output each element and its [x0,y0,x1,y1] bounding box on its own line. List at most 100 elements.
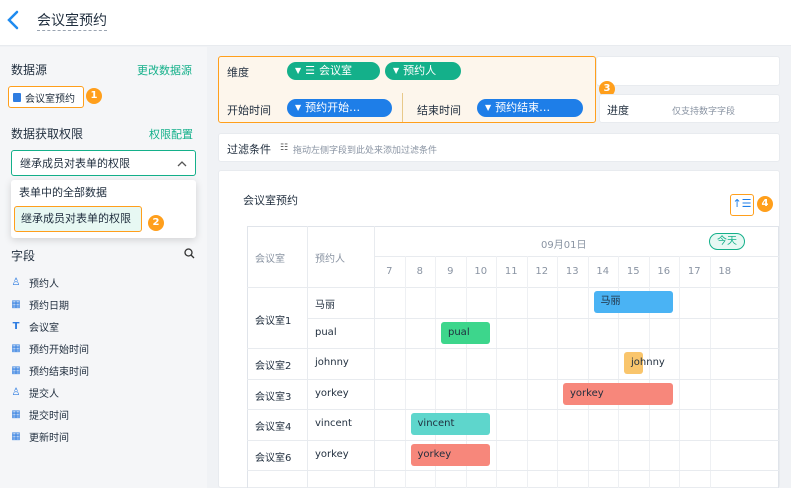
list-icon: ☰ [305,64,316,77]
person-icon: ♙ [11,276,21,288]
hour-gridline [404,256,406,488]
field-label: 会议室 [29,322,59,334]
chevron-down-icon: ▼ [393,66,400,75]
room-cell: 会议室2 [255,361,292,373]
field-label: 预约人 [29,278,59,290]
hour-tick-label: 16 [657,266,671,277]
field-label: 预约结束时间 [29,366,89,378]
gantt-bar[interactable]: johnny [624,352,665,374]
form-icon [13,92,21,102]
calendar-icon: ▦ [11,364,21,376]
text-icon: T [12,320,20,332]
group-divider [247,409,307,410]
row-divider [307,317,779,319]
today-button[interactable]: 今天 [709,233,745,250]
field-label: 预约日期 [29,300,69,312]
hour-tick-label: 13 [565,266,579,277]
room-cell: 会议室1 [255,315,292,327]
permission-config-link[interactable]: 权限配置 [149,126,193,142]
person-cell: pual [315,326,337,338]
hour-tick-label: 15 [626,266,640,277]
pill-label: 预约开始… [305,101,361,114]
gantt-bar[interactable]: pual [441,321,490,344]
calendar-icon: ▦ [11,298,21,310]
field-item[interactable]: T 会议室 [11,316,59,336]
gantt-bar[interactable]: 马丽 [593,291,673,313]
person-cell: 马丽 [315,300,335,311]
hour-tick-label: 9 [447,266,454,277]
hour-tick-label: 10 [474,266,488,277]
group-divider [247,348,307,349]
field-item[interactable]: ▦ 预约结束时间 [11,360,89,380]
datasource-item-label: 会议室预约 [25,93,75,105]
calendar-icon: ▦ [11,342,21,354]
field-item[interactable]: ♙ 预约人 [11,272,59,292]
chart-title: 会议室预约 [243,194,298,207]
step-badge-1: 1 [86,88,102,104]
col-divider [307,226,308,488]
col-header-person: 预约人 [315,254,345,265]
dropdown-option-all[interactable]: 表单中的全部数据 [11,180,196,206]
hour-tick-label: 18 [718,266,732,277]
permission-label: 数据获取权限 [11,127,84,141]
room-cell: 会议室3 [255,391,292,403]
hour-tick-label: 11 [504,266,518,277]
hour-tick-label: 12 [535,266,549,277]
top-bar [0,0,791,46]
room-cell: 会议室4 [255,422,292,434]
step-badge-4: 4 [757,196,773,212]
filter-hint: 拖动左侧字段到此处来添加过滤条件 [293,146,438,156]
datasource-label: 数据源 [11,63,48,77]
row-divider [307,378,779,380]
permission-select-value: 继承成员对表单的权限 [20,157,130,170]
field-item[interactable]: ▦ 预约日期 [11,294,69,314]
group-divider [247,378,307,380]
search-icon[interactable] [184,248,195,262]
hour-gridline [709,256,711,488]
date-label: 09月01日 [541,240,587,251]
hour-tick-label: 17 [687,266,701,277]
person-cell: yorkey [315,387,349,399]
fields-label: 字段 [11,249,36,263]
hour-tick-label: 14 [596,266,610,277]
dropdown-option-inherit[interactable]: 继承成员对表单的权限 [14,206,142,232]
permission-dropdown: 表单中的全部数据 继承成员对表单的权限 [11,180,196,238]
calendar-icon: ▦ [11,408,21,420]
field-label: 提交时间 [29,410,69,422]
dimension-label: 维度 [227,66,249,79]
end-time-pill[interactable]: ▼ 预约结束… [477,99,583,117]
field-label: 提交人 [29,388,59,400]
field-item[interactable]: ▦ 提交时间 [11,404,69,424]
dimension-pill-room[interactable]: ▼ ☰ 会议室 [287,62,380,80]
chevron-down-icon: ▼ [295,103,302,112]
field-item[interactable]: ▦ 预约开始时间 [11,338,89,358]
gantt-chart: 会议室 预约人 09月01日 今天 7 8 9 10 11 12 13 14 15 16 17 18 马丽 马丽 p… [247,226,779,488]
field-item[interactable]: ♙ 提交人 [11,382,59,402]
permission-select[interactable]: 继承成员对表单的权限 [11,150,196,176]
field-label: 更新时间 [29,432,69,444]
dimension-pill-person[interactable]: ▼ 预约人 [385,62,461,80]
calendar-icon: ▦ [11,430,21,442]
page-title: 会议室预约 [37,13,107,31]
start-time-pill[interactable]: ▼ 预约开始… [287,99,392,117]
gantt-bar[interactable]: yorkey [410,443,490,466]
hour-gridline [587,256,589,488]
hour-gridline [526,256,528,488]
datasource-item[interactable]: 会议室预约 [8,86,84,108]
change-datasource-link[interactable]: 更改数据源 [137,62,192,78]
gantt-bar[interactable]: yorkey [563,382,673,405]
gantt-bar[interactable]: vincent [410,413,490,435]
person-icon: ♙ [11,386,21,398]
hour-gridline [679,256,680,488]
field-item[interactable]: ▦ 更新时间 [11,426,69,446]
row-divider [307,409,779,410]
row-divider [307,470,779,471]
dimension-extension [596,56,780,86]
row-divider [307,439,779,441]
hour-gridline [557,256,558,488]
start-time-label: 开始时间 [227,104,271,117]
sort-icon[interactable]: ↑☰ [730,194,754,216]
person-cell: johnny [315,357,349,368]
chevron-left-icon[interactable] [6,10,26,32]
pill-label: 预约结束… [495,101,551,114]
